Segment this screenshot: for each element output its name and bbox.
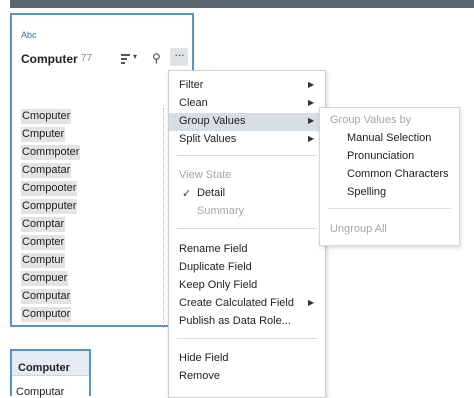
menu-item-clean[interactable]: Clean ▶ xyxy=(169,95,325,113)
search-icon[interactable]: ⚲ xyxy=(152,51,161,65)
chevron-right-icon: ▶ xyxy=(308,98,315,107)
submenu-item-pronunciation[interactable]: Pronunciation xyxy=(320,148,459,166)
list-item[interactable]: Commpoter xyxy=(21,145,81,160)
list-item[interactable]: Cmoputer xyxy=(21,109,72,124)
top-bar xyxy=(10,0,474,8)
menu-item-detail[interactable]: ✓ Detail xyxy=(169,185,325,203)
chevron-right-icon: ▶ xyxy=(308,134,315,143)
bottom-card-value[interactable]: Computar xyxy=(16,386,64,398)
field-value-count: 77 xyxy=(81,53,93,64)
chevron-right-icon: ▶ xyxy=(308,298,315,307)
menu-heading-view-state: View State xyxy=(179,169,232,181)
submenu-item-common-characters[interactable]: Common Characters xyxy=(320,166,459,184)
menu-divider xyxy=(177,338,317,339)
group-values-submenu: Group Values by Manual Selection Pronunc… xyxy=(319,107,460,246)
submenu-item-ungroup-all[interactable]: Ungroup All xyxy=(320,221,459,239)
menu-item-duplicate-field[interactable]: Duplicate Field xyxy=(169,259,325,277)
list-item[interactable]: Compputer xyxy=(21,199,78,214)
menu-item-publish-as-data-role[interactable]: Publish as Data Role... xyxy=(169,313,325,331)
list-item[interactable]: Cmputer xyxy=(21,127,66,142)
submenu-item-spelling[interactable]: Spelling xyxy=(320,184,459,202)
sort-icon[interactable]: ▾ xyxy=(121,52,141,66)
field-name: Computer xyxy=(21,52,78,66)
chevron-right-icon: ▶ xyxy=(308,116,315,125)
menu-item-hide-field[interactable]: Hide Field xyxy=(169,350,325,368)
check-icon: ✓ xyxy=(182,188,192,200)
menu-item-split-values[interactable]: Split Values ▶ xyxy=(169,131,325,149)
menu-item-group-values[interactable]: Group Values ▶ xyxy=(169,113,325,131)
list-item[interactable]: Compatar xyxy=(21,163,72,178)
list-item[interactable]: Compter xyxy=(21,235,66,250)
menu-item-filter[interactable]: Filter ▶ xyxy=(169,77,325,95)
list-item[interactable]: Computor xyxy=(21,307,72,322)
submenu-heading: Group Values by xyxy=(330,114,412,126)
menu-item-create-calculated-field[interactable]: Create Calculated Field ▶ xyxy=(169,295,325,313)
menu-divider xyxy=(177,228,317,229)
menu-divider xyxy=(177,155,317,156)
list-item[interactable]: Comptar xyxy=(21,217,66,232)
menu-item-rename-field[interactable]: Rename Field xyxy=(169,241,325,259)
menu-item-summary[interactable]: Summary xyxy=(169,203,325,221)
bottom-card-title: Computer xyxy=(18,362,70,374)
field-context-menu: Filter ▶ Clean ▶ Group Values ▶ Split Va… xyxy=(168,70,326,398)
menu-item-keep-only-field[interactable]: Keep Only Field xyxy=(169,277,325,295)
list-item[interactable]: Comptur xyxy=(21,253,66,268)
more-options-button[interactable]: ··· xyxy=(170,48,188,66)
list-item[interactable]: Compuer xyxy=(21,271,69,286)
menu-item-remove[interactable]: Remove xyxy=(169,368,325,386)
chevron-right-icon: ▶ xyxy=(308,80,315,89)
submenu-divider xyxy=(328,208,451,209)
field-profile-card[interactable]: Abc Computer 77 ▾ ⚲ ··· Cmoputer Cmputer… xyxy=(10,13,194,328)
list-item[interactable]: Compooter xyxy=(21,181,78,196)
bottom-field-card[interactable]: Computer Computar xyxy=(10,349,91,398)
data-type-label[interactable]: Abc xyxy=(21,30,37,40)
list-item[interactable]: Computar xyxy=(21,289,72,304)
submenu-item-manual-selection[interactable]: Manual Selection xyxy=(320,130,459,148)
